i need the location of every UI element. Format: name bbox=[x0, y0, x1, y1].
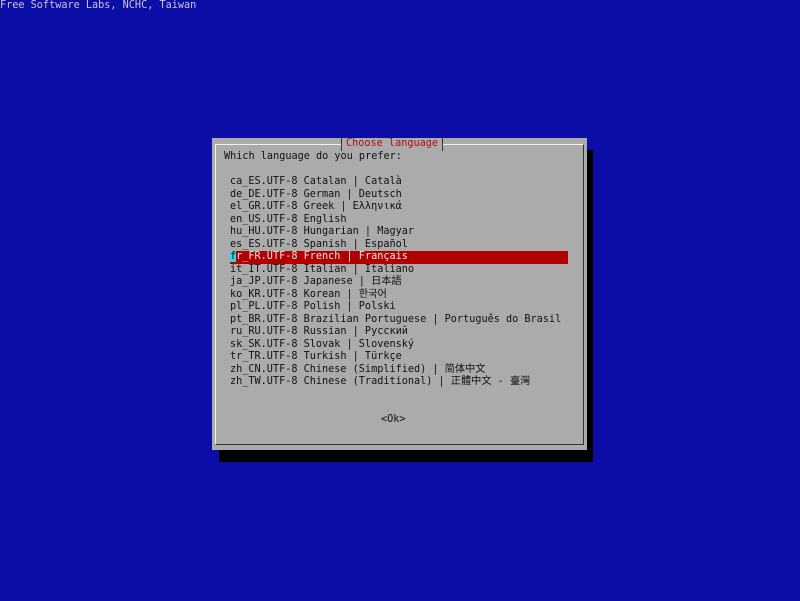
dialog-title: Choose language bbox=[341, 138, 444, 151]
language-option[interactable]: sk_SK.UTF-8 Slovak | Slovenský bbox=[230, 339, 568, 352]
language-option[interactable]: tr_TR.UTF-8 Turkish | Türkçe bbox=[230, 351, 568, 364]
language-option[interactable]: pt_BR.UTF-8 Brazilian Portuguese | Portu… bbox=[230, 314, 568, 327]
language-option[interactable]: de_DE.UTF-8 German | Deutsch bbox=[230, 189, 568, 202]
language-option[interactable]: pl_PL.UTF-8 Polish | Polski bbox=[230, 301, 568, 314]
language-option[interactable]: en_US.UTF-8 English bbox=[230, 214, 568, 227]
language-option-label: r_FR.UTF-8 French | Français bbox=[236, 251, 408, 262]
language-option[interactable]: ca_ES.UTF-8 Catalan | Català bbox=[230, 176, 568, 189]
language-option[interactable]: ja_JP.UTF-8 Japanese | 日本語 bbox=[230, 276, 568, 289]
language-option[interactable]: es_ES.UTF-8 Spanish | Español bbox=[230, 239, 568, 252]
language-option[interactable]: ru_RU.UTF-8 Russian | Русский bbox=[230, 326, 568, 339]
language-option[interactable]: hu_HU.UTF-8 Hungarian | Magyar bbox=[230, 226, 568, 239]
choose-language-dialog: Choose language Which language do you pr… bbox=[212, 138, 587, 450]
language-option[interactable]: el_GR.UTF-8 Greek | Ελληνικά bbox=[230, 201, 568, 214]
language-option[interactable]: zh_CN.UTF-8 Chinese (Simplified) | 简体中文 bbox=[230, 364, 568, 377]
language-option[interactable]: ko_KR.UTF-8 Korean | 한국어 bbox=[230, 289, 568, 302]
language-option[interactable]: fr_FR.UTF-8 French | Français bbox=[230, 251, 568, 264]
dialog-prompt: Which language do you prefer: bbox=[224, 151, 402, 162]
language-list[interactable]: ca_ES.UTF-8 Catalan | Català de_DE.UTF-8 … bbox=[230, 176, 568, 389]
ok-button[interactable]: <Ok> bbox=[381, 414, 406, 427]
backtitle: Free Software Labs, NCHC, Taiwan bbox=[0, 0, 197, 11]
language-option[interactable]: it_IT.UTF-8 Italian | Italiano bbox=[230, 264, 568, 277]
language-option[interactable]: zh_TW.UTF-8 Chinese (Traditional) | 正體中文… bbox=[230, 376, 568, 389]
